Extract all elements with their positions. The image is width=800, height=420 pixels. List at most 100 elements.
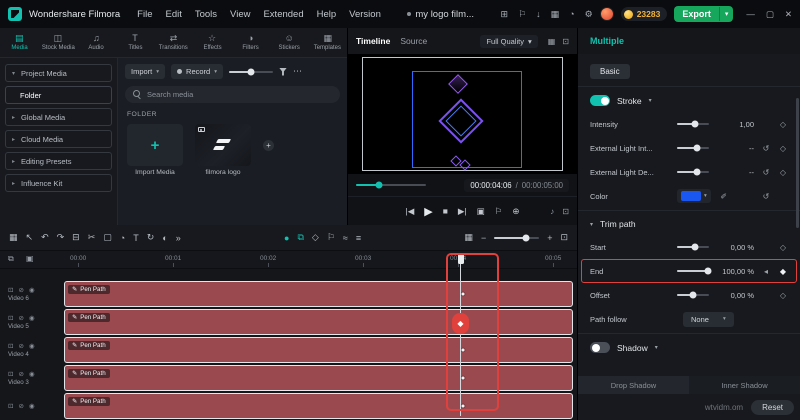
track-manager-icon[interactable]: ▦ (9, 232, 18, 243)
expand-timeline-icon[interactable]: ⊡ (560, 232, 568, 243)
undo-icon[interactable]: ↶ (41, 232, 49, 243)
more-options-icon[interactable]: ⋯ (293, 66, 303, 77)
grid-view-icon[interactable]: ▦ (548, 37, 556, 46)
avatar[interactable] (599, 7, 614, 21)
shadow-toggle[interactable] (590, 342, 610, 353)
close-button[interactable]: ✕ (785, 9, 792, 20)
keyframe-dot[interactable] (460, 291, 466, 297)
layout-icon[interactable]: ▦ (551, 9, 560, 20)
reset-button[interactable]: Reset (751, 399, 794, 415)
marker-icon[interactable]: ⚐ (327, 232, 335, 243)
menu-view[interactable]: View (230, 9, 250, 20)
zoom-in-icon[interactable]: + (547, 233, 552, 243)
tab-transitions[interactable]: ⇄ Transitions (154, 28, 193, 57)
audio-wave-icon[interactable]: ≈ (343, 233, 348, 243)
crop-tool-icon[interactable]: ▢ (103, 232, 112, 243)
fit-timeline-icon[interactable]: ▦ (464, 232, 473, 243)
ext-light-de-slider[interactable] (677, 171, 709, 173)
menu-help[interactable]: Help (317, 9, 337, 20)
apps-icon[interactable]: ⊞ (501, 9, 509, 20)
link-icon[interactable]: ⧉ (8, 254, 14, 264)
mute-icon[interactable]: ⊘ (18, 286, 23, 294)
marker-button[interactable]: ⚐ (495, 206, 503, 217)
color-swatch-dropdown[interactable]: ▾ (677, 189, 711, 203)
tab-basic[interactable]: Basic (590, 64, 630, 79)
snapshot-button[interactable]: ▣ (477, 206, 485, 217)
scrollbar[interactable] (796, 98, 799, 228)
pip-icon[interactable]: ⧉ (297, 232, 303, 243)
import-button[interactable]: Import ▾ (125, 64, 166, 79)
playhead-handle[interactable] (457, 253, 464, 264)
stroke-toggle[interactable] (590, 95, 610, 106)
timeline-clip[interactable]: ✎ Pen Path (64, 365, 573, 391)
delete-icon[interactable]: ⊟ (72, 232, 80, 243)
keyframe-icon[interactable]: ◇ (778, 144, 788, 153)
minimize-button[interactable]: — (746, 9, 755, 20)
maximize-button[interactable]: ▢ (766, 9, 774, 20)
sidebar-item-editing-presets[interactable]: ▸ Editing Presets (5, 152, 112, 170)
menu-tools[interactable]: Tools (195, 9, 217, 20)
tab-source[interactable]: Source (400, 36, 427, 46)
keyframe-icon[interactable]: ◇ (778, 168, 788, 177)
timeline-zoom-slider[interactable] (494, 236, 540, 239)
keyframe-icon[interactable]: ◇ (312, 232, 319, 243)
menu-edit[interactable]: Edit (165, 9, 181, 20)
preview-canvas[interactable] (348, 54, 577, 174)
eye-icon[interactable]: ◉ (29, 402, 35, 410)
settings-icon[interactable]: ⚙ (585, 9, 593, 20)
eye-icon[interactable]: ◉ (29, 370, 35, 378)
previous-frame-button[interactable]: |◀ (406, 206, 415, 217)
next-frame-button[interactable]: ▶| (458, 206, 467, 217)
timeline-clip[interactable]: ✎ Pen Path (64, 309, 573, 335)
export-dropdown-icon[interactable]: ▾ (718, 7, 734, 21)
pointer-tool-icon[interactable]: ↖ (26, 232, 34, 243)
split-icon[interactable]: ✂ (88, 232, 96, 243)
timeline-clip[interactable]: ✎ Pen Path (64, 281, 573, 307)
rotate-icon[interactable]: ↻ (147, 232, 155, 243)
menu-extended[interactable]: Extended (263, 9, 303, 20)
tab-filters[interactable]: ◑ Filters (231, 28, 270, 57)
tab-effects[interactable]: ☆ Effects (193, 28, 232, 57)
keyframe-icon[interactable]: ◇ (778, 243, 788, 252)
detach-preview-icon[interactable]: ⊡ (562, 37, 569, 46)
coin-balance[interactable]: 23283 (620, 7, 668, 21)
fullscreen-icon[interactable]: ⊡ (562, 207, 569, 216)
export-button[interactable]: Export ▾ (674, 6, 734, 22)
intensity-slider[interactable] (677, 123, 709, 125)
timeline-clip[interactable]: ✎ Pen Path (64, 337, 573, 363)
history-icon[interactable]: ◔ (569, 9, 574, 20)
eye-icon[interactable]: ◉ (29, 314, 35, 322)
ext-light-int-slider[interactable] (677, 147, 709, 149)
tab-drop-shadow[interactable]: Drop Shadow (578, 376, 689, 394)
redo-icon[interactable]: ↷ (57, 232, 65, 243)
trim-offset-value[interactable]: 0,00 % (716, 291, 754, 300)
sidebar-item-project-media[interactable]: ▾ Project Media (5, 64, 112, 82)
ext-light-int-value[interactable]: -- (716, 144, 754, 153)
lock-icon[interactable]: ⊡ (8, 342, 13, 350)
filter-icon[interactable] (278, 67, 287, 76)
mute-icon[interactable]: ⊘ (18, 314, 23, 322)
add-to-timeline-button[interactable]: + (263, 140, 274, 151)
playhead[interactable] (457, 253, 464, 416)
sidebar-item-cloud-media[interactable]: ▸ Cloud Media (5, 130, 112, 148)
previous-keyframe-icon[interactable]: ◂ (761, 267, 771, 276)
camera-icon[interactable]: ▣ (26, 254, 34, 263)
search-input[interactable] (147, 90, 332, 99)
speed-icon[interactable]: ◔ (120, 233, 125, 243)
ext-light-de-value[interactable]: -- (716, 168, 754, 177)
thumbnail-size-slider[interactable] (228, 70, 273, 73)
timeline-ruler[interactable]: ⧉ ▣ 00:00 00:01 00:02 00:03 00:04 00:05 (0, 251, 577, 269)
trim-start-value[interactable]: 0,00 % (716, 243, 754, 252)
tab-templates[interactable]: ▦ Templates (309, 28, 348, 57)
tab-stickers[interactable]: ☺ Stickers (270, 28, 309, 57)
stop-button[interactable]: ■ (443, 206, 448, 216)
reset-icon[interactable]: ↺ (761, 192, 771, 201)
trim-offset-slider[interactable] (677, 294, 709, 296)
keyframe-dot[interactable] (460, 403, 466, 409)
reset-icon[interactable]: ↺ (761, 168, 771, 177)
lock-icon[interactable]: ⊡ (8, 370, 13, 378)
menu-file[interactable]: File (137, 9, 152, 20)
volume-icon[interactable]: ♪ (550, 207, 554, 216)
lock-icon[interactable]: ⊡ (8, 286, 13, 294)
eyedropper-icon[interactable]: ✐ (719, 192, 729, 201)
